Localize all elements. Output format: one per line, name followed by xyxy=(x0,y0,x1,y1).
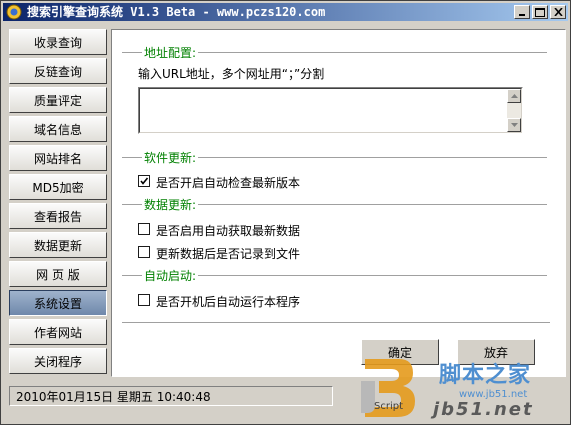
auto-fetch-data-label[interactable]: 是否启用自动获取最新数据 xyxy=(156,222,300,239)
run-on-boot-label[interactable]: 是否开机后自动运行本程序 xyxy=(156,293,300,310)
title-bar[interactable]: 搜索引擎查询系统 V1.3 Beta - www.pczs120.com xyxy=(3,3,568,21)
watermark-script: Script xyxy=(374,401,404,412)
address-group: 地址配置: xyxy=(112,44,562,61)
auto-check-version-checkbox[interactable] xyxy=(138,175,150,187)
address-hint: 输入URL地址，多个网址用“；”分割 xyxy=(138,67,325,81)
url-textarea[interactable] xyxy=(138,87,523,134)
sidebar-item-exit[interactable]: 关闭程序 xyxy=(9,348,107,374)
address-group-label: 地址配置: xyxy=(142,44,199,61)
data-update-group-label: 数据更新: xyxy=(142,196,199,213)
scroll-down-button[interactable] xyxy=(507,118,521,132)
watermark-brand: 脚本之家 xyxy=(439,363,532,388)
bottom-divider xyxy=(122,322,550,323)
data-update-group: 数据更新: xyxy=(112,196,562,213)
software-update-group-label: 软件更新: xyxy=(142,149,199,166)
scroll-up-button[interactable] xyxy=(507,89,521,103)
run-on-boot-checkbox[interactable] xyxy=(138,294,150,306)
record-to-file-label[interactable]: 更新数据后是否记录到文件 xyxy=(156,245,300,262)
url-textarea-body[interactable] xyxy=(139,88,522,133)
settings-panel: 地址配置: 输入URL地址，多个网址用“；”分割 软件更新: 是否开启自动检查最… xyxy=(111,29,566,377)
sidebar-item-index-query[interactable]: 收录查询 xyxy=(9,29,107,55)
autostart-group-label: 自动启动: xyxy=(142,267,199,284)
sidebar-item-md5[interactable]: MD5加密 xyxy=(9,174,107,200)
maximize-icon xyxy=(535,7,545,17)
app-window: 搜索引擎查询系统 V1.3 Beta - www.pczs120.com 收录查… xyxy=(0,0,571,425)
minimize-button[interactable] xyxy=(514,5,530,19)
maximize-button[interactable] xyxy=(532,5,548,19)
scroll-up-icon xyxy=(510,94,518,98)
record-to-file-checkbox[interactable] xyxy=(138,246,150,258)
auto-fetch-data-checkbox[interactable] xyxy=(138,223,150,235)
scroll-down-icon xyxy=(510,123,518,127)
textarea-scrollbar[interactable] xyxy=(507,89,521,132)
checkmark-icon xyxy=(140,177,149,185)
sidebar-item-author-site[interactable]: 作者网站 xyxy=(9,319,107,345)
sidebar-item-web-version[interactable]: 网 页 版 xyxy=(9,261,107,287)
software-update-group: 软件更新: xyxy=(112,149,562,166)
window-title: 搜索引擎查询系统 V1.3 Beta - www.pczs120.com xyxy=(27,5,326,19)
sidebar-item-view-report[interactable]: 查看报告 xyxy=(9,203,107,229)
minimize-icon xyxy=(519,14,525,16)
watermark-domain: jb51.net xyxy=(433,399,534,420)
status-datetime: 2010年01月15日 星期五 10:40:48 xyxy=(9,386,333,406)
close-icon xyxy=(553,8,563,16)
sidebar-item-data-update[interactable]: 数据更新 xyxy=(9,232,107,258)
close-button[interactable] xyxy=(550,5,566,19)
auto-check-version-label[interactable]: 是否开启自动检查最新版本 xyxy=(156,174,300,191)
sidebar-item-backlink-query[interactable]: 反链查询 xyxy=(9,58,107,84)
sidebar-item-quality-rating[interactable]: 质量评定 xyxy=(9,87,107,113)
sidebar-item-settings[interactable]: 系统设置 xyxy=(9,290,107,316)
app-logo-icon xyxy=(6,4,22,20)
autostart-group: 自动启动: xyxy=(112,267,562,284)
sidebar-item-site-rank[interactable]: 网站排名 xyxy=(9,145,107,171)
sidebar-item-domain-info[interactable]: 域名信息 xyxy=(9,116,107,142)
